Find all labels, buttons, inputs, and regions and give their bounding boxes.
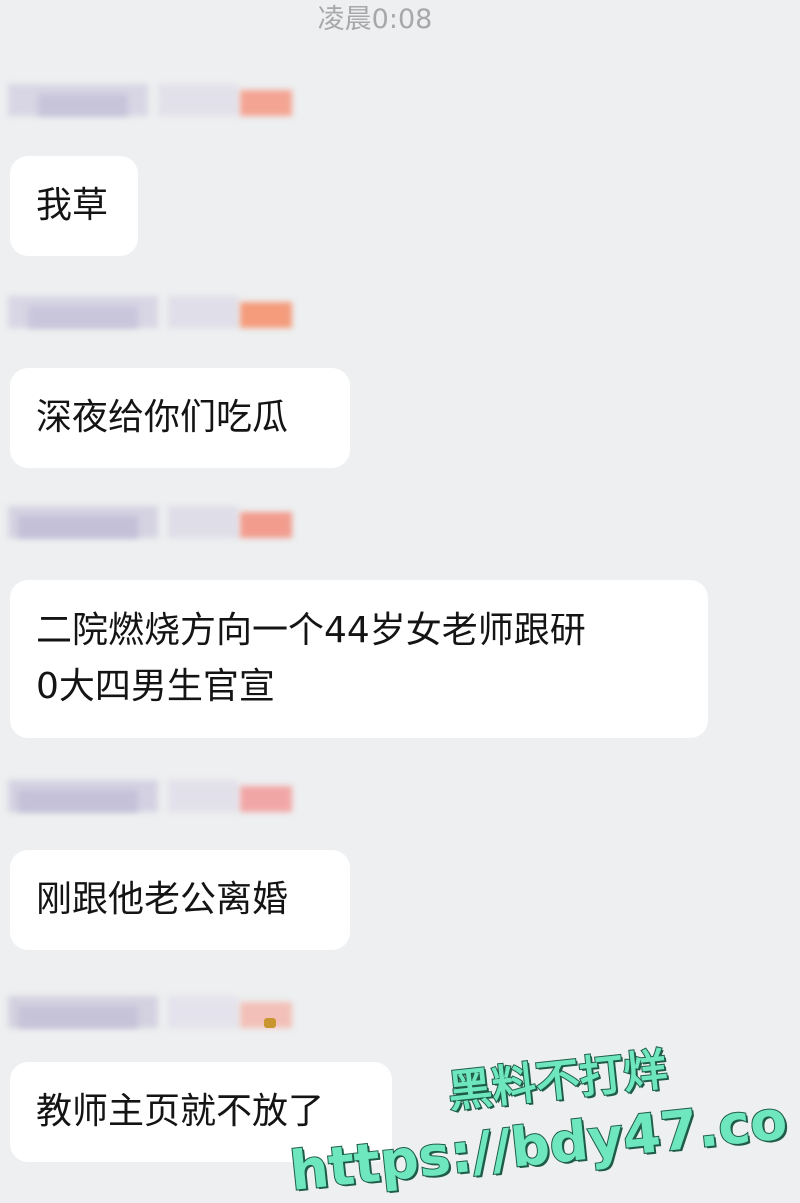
sender-name-blurred — [8, 498, 293, 546]
sender-name-blurred — [8, 772, 293, 820]
message-bubble[interactable]: 我草 — [10, 156, 138, 256]
message-text-line: 0大四男生官宣 — [36, 666, 275, 707]
message-bubble[interactable]: 深夜给你们吃瓜 — [10, 368, 350, 468]
message-bubble[interactable]: 刚跟他老公离婚 — [10, 850, 350, 950]
sender-name-blurred — [8, 288, 293, 336]
chat-timestamp: 凌晨0:08 — [317, 4, 433, 35]
message-text: 我草 — [36, 185, 109, 226]
watermark: 黑料不打烊 https://bdy47.co — [286, 1043, 791, 1203]
message-text: 刚跟他老公离婚 — [36, 879, 289, 920]
message-text: 深夜给你们吃瓜 — [36, 397, 289, 438]
message-text-block: 二院燃烧方向一个44岁女老师跟研 0大四男生官宣 — [36, 603, 586, 715]
message-bubble[interactable]: 二院燃烧方向一个44岁女老师跟研 0大四男生官宣 — [10, 580, 708, 738]
sender-name-blurred — [8, 988, 293, 1036]
message-text-line: 二院燃烧方向一个44岁女老师跟研 — [36, 610, 586, 651]
sender-name-blurred — [8, 76, 293, 124]
emoji-icon — [264, 1018, 276, 1028]
message-text: 教师主页就不放了 — [36, 1091, 325, 1132]
